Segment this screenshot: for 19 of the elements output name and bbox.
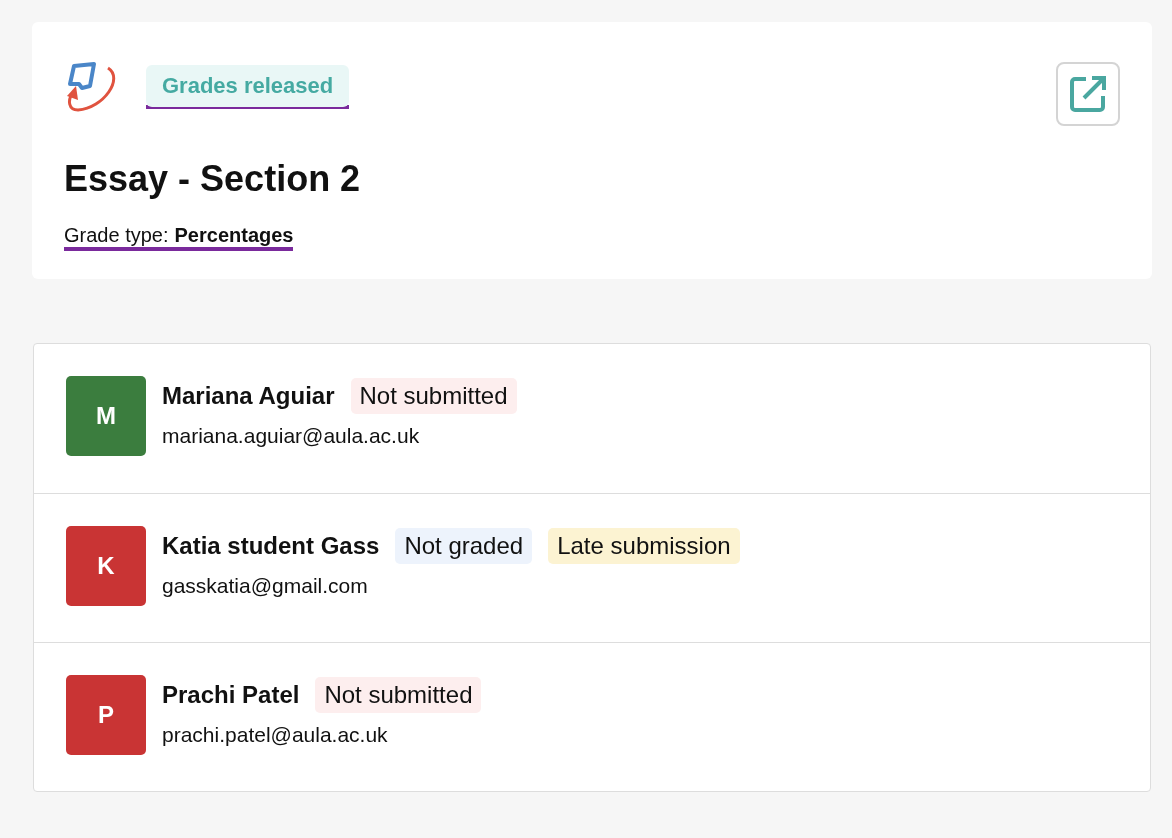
grade-type-value: Percentages (174, 224, 294, 246)
student-email: mariana.aguiar@aula.ac.uk (162, 424, 421, 448)
student-email: gasskatia@gmail.com (162, 574, 369, 598)
avatar: P (66, 675, 146, 755)
student-email: prachi.patel@aula.ac.uk (162, 723, 389, 747)
student-name: Prachi Patel (162, 681, 300, 709)
status-tag: Not submitted (350, 378, 517, 414)
student-name: Katia student Gass (162, 532, 380, 560)
open-external-button[interactable] (1056, 62, 1120, 126)
assignment-title: Essay - Section 2 (64, 158, 362, 200)
status-tag: Not submitted (315, 677, 482, 713)
status-badge: Grades released (146, 65, 350, 107)
status-tag: Late submission (548, 528, 740, 564)
grade-type-label: Grade type: (64, 224, 169, 246)
status-tag: Not graded (395, 528, 533, 564)
external-link-icon (1068, 74, 1108, 114)
avatar: K (66, 526, 146, 606)
avatar: M (66, 376, 146, 456)
student-name: Mariana Aguiar (162, 382, 335, 410)
